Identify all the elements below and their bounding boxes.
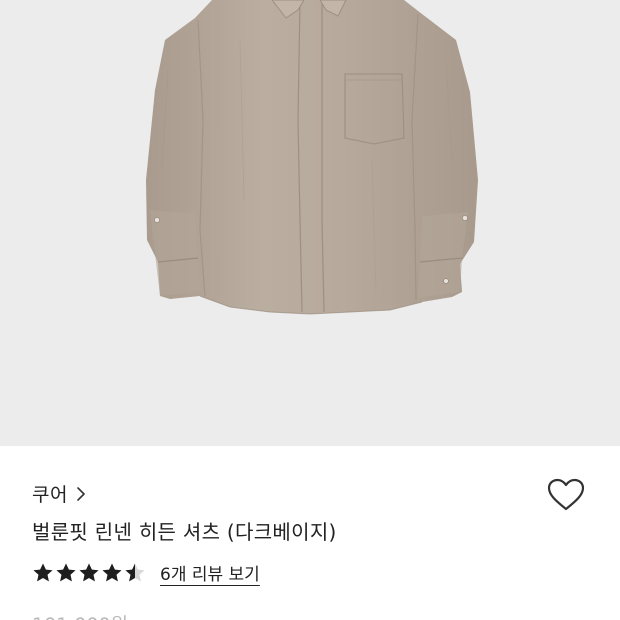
star-icon xyxy=(125,563,145,581)
product-info: 쿠어 벌룬핏 린넨 히든 셔츠 (다크베이지) 6개 리뷰 보기 101,000… xyxy=(0,446,620,620)
brand-name: 쿠어 xyxy=(32,484,68,506)
rating-row: 6개 리뷰 보기 xyxy=(32,560,260,585)
star-rating xyxy=(32,562,146,584)
product-image[interactable] xyxy=(0,0,620,446)
original-price: 101,000원 xyxy=(32,610,128,620)
star-icon xyxy=(56,563,76,581)
star-icon xyxy=(79,563,99,581)
star-icon xyxy=(102,563,122,581)
product-title: 벌룬핏 린넨 히든 셔츠 (다크베이지) xyxy=(32,520,337,544)
product-detail-page: 쿠어 벌룬핏 린넨 히든 셔츠 (다크베이지) 6개 리뷰 보기 101,000… xyxy=(0,0,620,620)
wishlist-button[interactable] xyxy=(546,476,586,516)
star-icon xyxy=(33,563,53,581)
chevron-right-icon xyxy=(76,486,86,502)
shirt-image xyxy=(146,0,478,315)
brand-link[interactable]: 쿠어 xyxy=(32,480,86,507)
heart-outline-icon xyxy=(547,478,585,511)
review-link[interactable]: 6개 리뷰 보기 xyxy=(160,560,260,585)
